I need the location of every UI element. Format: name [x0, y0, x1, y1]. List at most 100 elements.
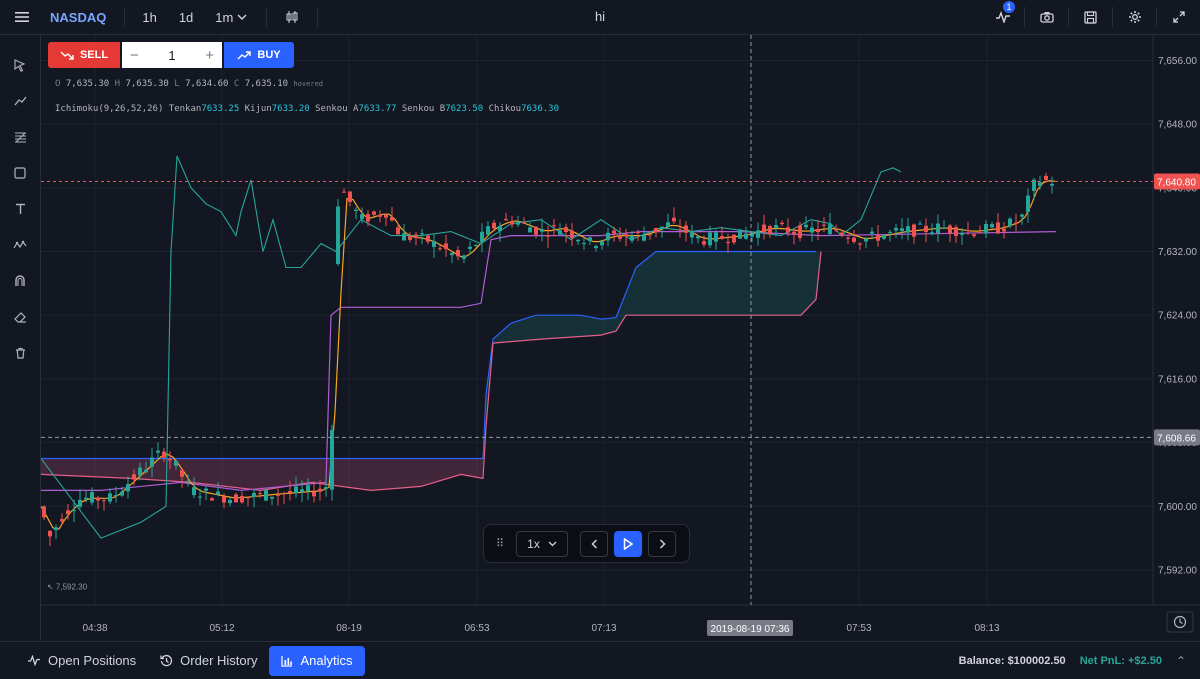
candle-body — [510, 221, 514, 225]
gear-icon — [1128, 11, 1141, 23]
candle-body — [228, 500, 232, 504]
candle-body — [522, 222, 526, 224]
tab-order-history[interactable]: Order History — [148, 646, 269, 676]
sell-button[interactable]: SELL — [48, 42, 120, 68]
candle-body — [726, 241, 730, 244]
candle-body — [792, 231, 796, 234]
speed-value: 1x — [527, 536, 540, 551]
account-summary: Balance: $100002.50 Net PnL: +$2.50 ⌃ — [959, 642, 1186, 679]
candle-body — [306, 485, 310, 492]
candle-body — [276, 494, 280, 496]
candle-body — [588, 237, 592, 242]
buy-button[interactable]: BUY — [224, 42, 294, 68]
candle-body — [360, 214, 364, 219]
step-forward-button[interactable] — [648, 530, 676, 557]
delete-drawings-tool[interactable] — [0, 335, 40, 371]
candle-body — [372, 211, 376, 215]
replay-controls: ⠿ 1x — [483, 524, 690, 563]
candle-body — [546, 235, 550, 237]
senkou-b-value: 7623.50 — [445, 104, 484, 114]
open-value: 7,635.30 — [65, 79, 110, 89]
quantity-value[interactable]: 1 — [168, 48, 175, 63]
candle-body — [288, 491, 292, 493]
candle-body — [108, 493, 112, 502]
rectangle-icon — [14, 167, 26, 179]
trend-line-tool[interactable] — [0, 83, 40, 119]
candle-body — [618, 236, 622, 239]
rectangle-tool[interactable] — [0, 155, 40, 191]
candle-body — [150, 457, 154, 467]
tab-open-positions[interactable]: Open Positions — [15, 646, 148, 676]
candle-body — [318, 488, 322, 492]
speed-select[interactable]: 1x — [516, 530, 568, 557]
candle-body — [972, 234, 976, 237]
snapshot-button[interactable] — [1025, 0, 1068, 34]
candle-body — [654, 228, 658, 232]
candle-body — [498, 226, 502, 231]
candle-body — [114, 495, 118, 496]
ichimoku-legend[interactable]: Ichimoku(9,26,52,26) Tenkan7633.25 Kijun… — [55, 104, 559, 114]
candle-body — [96, 497, 100, 501]
candle-body — [948, 225, 952, 234]
candle-body — [390, 217, 394, 221]
candle-body — [648, 234, 652, 236]
candle-body — [624, 234, 628, 237]
fibonacci-icon — [14, 131, 26, 143]
candle-body — [216, 491, 220, 495]
step-back-button[interactable] — [580, 530, 608, 557]
candle-body — [240, 495, 244, 503]
camera-icon — [1039, 12, 1054, 23]
candle-body — [48, 530, 52, 537]
candle-body — [600, 241, 604, 246]
candle-body — [876, 235, 880, 241]
pattern-tool[interactable] — [0, 227, 40, 263]
candle-body — [798, 225, 802, 238]
symbol-button[interactable]: NASDAQ — [44, 0, 124, 34]
settings-button[interactable] — [1113, 0, 1156, 34]
decrement-button[interactable]: − — [130, 47, 139, 64]
candle-body — [1026, 195, 1030, 212]
balance-value: $100002.50 — [1007, 654, 1066, 667]
balance-label: Balance: — [958, 654, 1005, 667]
magnet-tool[interactable] — [0, 263, 40, 299]
candle-body — [1050, 184, 1054, 186]
candle-body — [570, 230, 574, 239]
text-icon — [15, 203, 25, 214]
candle-body — [696, 236, 700, 239]
candle-body — [294, 486, 298, 494]
menu-icon[interactable] — [0, 0, 44, 34]
candle-body — [540, 229, 544, 232]
chevron-right-icon — [659, 538, 666, 549]
text-tool[interactable] — [0, 191, 40, 227]
save-button[interactable] — [1069, 0, 1112, 34]
increment-button[interactable]: + — [205, 47, 214, 64]
alerts-button[interactable]: 1 — [981, 0, 1024, 34]
candle-body — [894, 227, 898, 231]
trend-up-icon — [237, 50, 252, 59]
candle-body — [672, 217, 676, 222]
candle-body — [960, 232, 964, 235]
timeframe-1d[interactable]: 1d — [168, 0, 204, 34]
cursor-tool[interactable] — [0, 47, 40, 83]
candle-body — [336, 206, 340, 264]
timeframe-1h[interactable]: 1h — [131, 0, 167, 34]
drag-handle-icon[interactable]: ⠿ — [484, 537, 516, 550]
tab-analytics[interactable]: Analytics — [269, 645, 365, 676]
eraser-tool[interactable] — [0, 299, 40, 335]
time-tick-label: 06:53 — [464, 623, 489, 634]
fib-tool[interactable] — [0, 119, 40, 155]
candle-body — [720, 236, 724, 239]
candle-body — [456, 250, 460, 257]
quantity-stepper[interactable]: − 1 + — [122, 42, 222, 68]
candle-body — [84, 497, 88, 500]
candle-body — [312, 491, 316, 497]
candle-style-icon[interactable] — [267, 0, 317, 34]
timeframe-1m[interactable]: 1m — [204, 0, 258, 34]
tab-open-positions-label: Open Positions — [48, 653, 137, 668]
candle-body — [414, 234, 418, 239]
fullscreen-button[interactable] — [1157, 0, 1200, 34]
candle-body — [558, 230, 562, 235]
candle-body — [582, 243, 586, 244]
chevron-up-icon[interactable]: ⌃ — [1176, 654, 1186, 668]
play-button[interactable] — [614, 530, 642, 557]
